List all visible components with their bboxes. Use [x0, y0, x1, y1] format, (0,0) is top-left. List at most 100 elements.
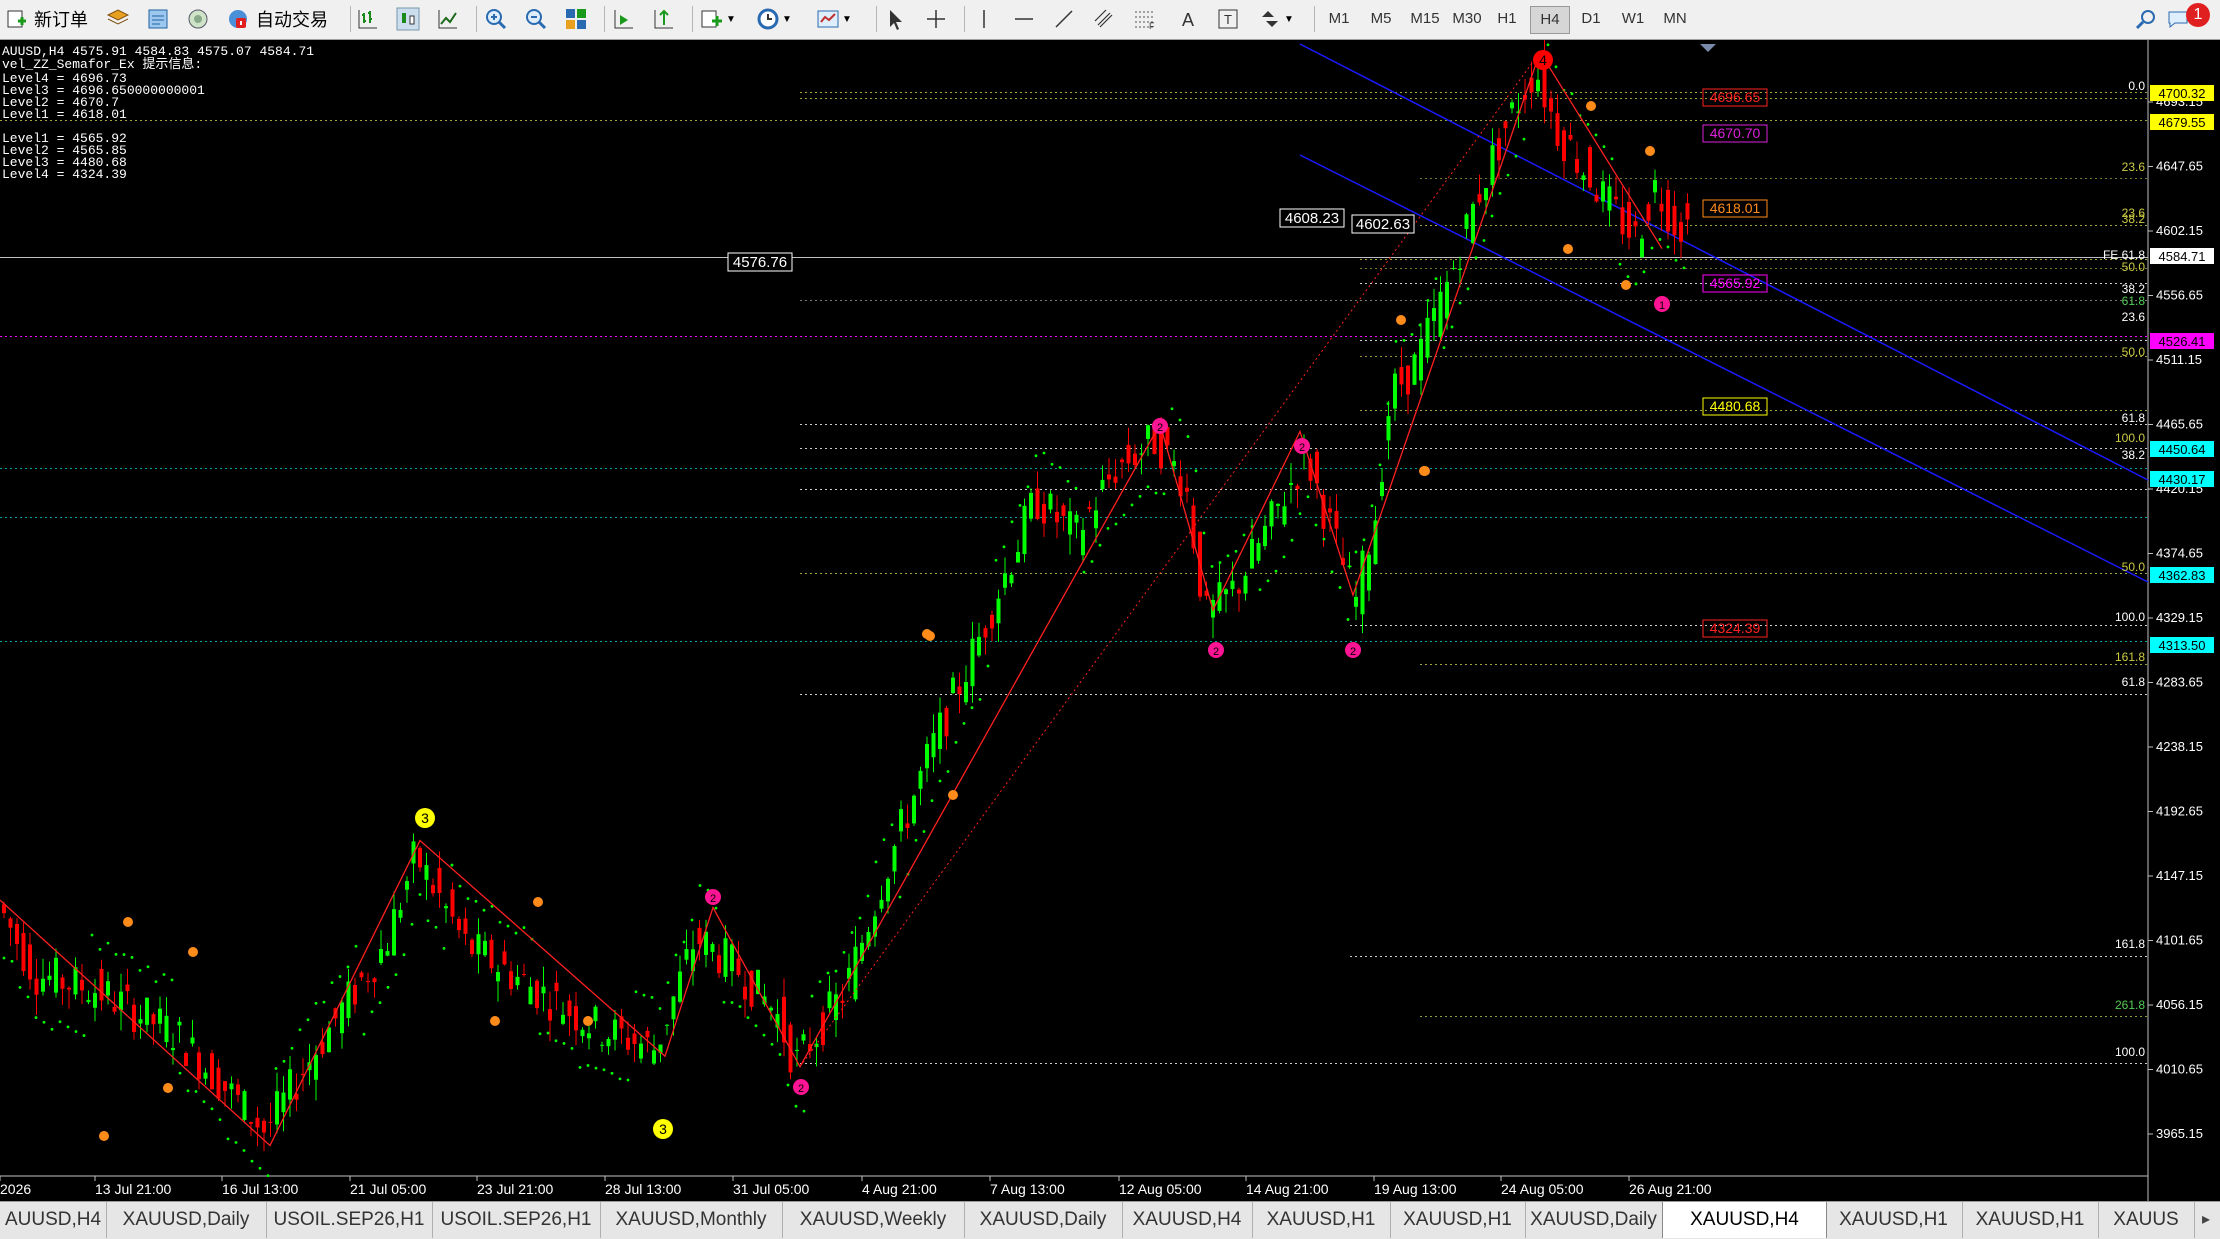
price-chart[interactable]: 4 3 3 2 2 2 2 2 2 1 0.0 23.6 23.6 38.2 FE 61.8 50.0 38.2…	[0, 40, 2220, 1201]
chart-shift-button[interactable]	[652, 4, 676, 34]
fibonacci-button[interactable]: F	[1132, 4, 1156, 34]
bear-candle	[645, 1030, 650, 1038]
equidistant-channel-button[interactable]	[1092, 4, 1116, 34]
y-tick-label: 4511.15	[2156, 352, 2202, 367]
psar-dot	[338, 975, 342, 978]
semafor-minor-marker	[1621, 280, 1631, 290]
text-tool-button[interactable]: A	[1176, 4, 1200, 34]
indicators-button[interactable]: ▼	[700, 4, 736, 34]
psar-dot	[562, 1042, 566, 1045]
auto-trading-button[interactable]: 自动交易	[226, 4, 328, 34]
chart-canvas[interactable]: 4332222 2210.023.623.638.2FE 61.850.038.2…	[0, 40, 2220, 1201]
bull-candle	[496, 972, 500, 982]
chart-tab[interactable]: XAUUSD,Daily	[1525, 1202, 1663, 1238]
trendline-button[interactable]	[1052, 4, 1076, 34]
cursor-tool-button[interactable]	[884, 4, 908, 34]
chart-tab[interactable]: USOIL.SEP26,H1	[432, 1202, 601, 1238]
price-tag-label: 4679.55	[2159, 115, 2206, 130]
line-chart-button[interactable]	[436, 4, 460, 34]
psar-dot	[522, 926, 526, 929]
psar-dot	[146, 965, 150, 969]
arrows-icon	[1262, 11, 1278, 27]
chart-tab[interactable]: XAUUSD,H1	[1252, 1202, 1391, 1238]
chart-tab[interactable]: XAUUS	[2098, 1202, 2195, 1238]
templates-button[interactable]: ▼	[816, 4, 852, 34]
psar-dot	[1474, 256, 1478, 260]
psar-dot	[426, 919, 430, 923]
zoom-out-icon	[526, 9, 547, 30]
zoom-in-button[interactable]	[484, 4, 508, 34]
fib-level-label: 23.6	[2122, 310, 2146, 324]
chart-tab[interactable]: XAUUSD,Daily	[106, 1202, 267, 1238]
chart-tab[interactable]: XAUUSD,H1	[1825, 1202, 1963, 1238]
bear-candle	[957, 686, 962, 695]
globe-icon	[188, 9, 208, 29]
timeframe-d1-button[interactable]: D1	[1572, 6, 1610, 32]
price-tag-label: 4450.64	[2159, 442, 2206, 457]
x-tick-label: 7 Aug 13:00	[990, 1181, 1065, 1197]
bull-candle	[1445, 282, 1449, 319]
arrows-button[interactable]: ▼	[1258, 4, 1294, 34]
psar-dot	[34, 1016, 38, 1019]
psar-dot	[218, 1118, 222, 1122]
timeframe-h1-button[interactable]: H1	[1488, 6, 1526, 32]
bear-candle	[1594, 194, 1599, 202]
timeframe-m5-button[interactable]: M5	[1362, 6, 1400, 32]
notification-badge[interactable]: 1	[2186, 3, 2210, 27]
psar-dot	[186, 1089, 190, 1093]
psar-dot	[674, 953, 678, 957]
horizontal-line-button[interactable]	[1012, 4, 1036, 34]
tabs-scroll-arrow-icon[interactable]: ▸	[2194, 1208, 2218, 1232]
psar-dot	[282, 1059, 286, 1063]
chart-tab[interactable]: XAUUSD,H4	[1122, 1202, 1253, 1238]
psar-dot	[874, 860, 878, 864]
bear-candle	[463, 918, 468, 934]
timeframe-w1-button[interactable]: W1	[1614, 6, 1652, 32]
new-order-button[interactable]: 新订单	[4, 4, 88, 34]
chart-tab[interactable]: XAUUSD,Daily	[964, 1202, 1123, 1238]
timeframe-m15-button[interactable]: M15	[1404, 6, 1446, 32]
periods-button[interactable]: ▼	[756, 4, 792, 34]
timeframe-m30-button[interactable]: M30	[1446, 6, 1488, 32]
psar-dot	[722, 1000, 726, 1004]
timeframe-m1-button[interactable]: M1	[1320, 6, 1358, 32]
navigator-button[interactable]	[186, 4, 210, 34]
chart-tab[interactable]: XAUUSD,Monthly	[600, 1202, 783, 1238]
text-label-button[interactable]: T	[1216, 4, 1240, 34]
semafor-minor-marker	[1586, 101, 1596, 111]
chart-tab[interactable]: XAUUSD,Weekly	[782, 1202, 965, 1238]
auto-scroll-button[interactable]	[612, 4, 636, 34]
y-tick-label: 4329.15	[2156, 610, 2203, 625]
search-button[interactable]	[2134, 4, 2158, 34]
psar-dot	[898, 895, 902, 899]
bull-candle	[938, 712, 942, 749]
chart-tab[interactable]: USOIL.SEP26,H1	[266, 1202, 433, 1238]
chart-tab[interactable]: AUUSD,H4	[0, 1202, 107, 1238]
bear-candle	[112, 1006, 117, 1012]
timeframe-h4-button[interactable]: H4	[1530, 6, 1570, 34]
semafor-minor-marker	[1563, 244, 1573, 254]
bull-candle	[671, 996, 676, 1020]
zoom-out-button[interactable]	[524, 4, 548, 34]
chart-tab[interactable]: XAUUSD,H1	[1962, 1202, 2099, 1238]
crosshair-button[interactable]	[924, 4, 948, 34]
candlestick-button[interactable]	[396, 4, 420, 34]
tile-windows-button[interactable]	[564, 4, 588, 34]
psar-dot	[778, 1053, 782, 1056]
bear-candle	[1549, 98, 1553, 112]
psar-dot	[1602, 145, 1606, 149]
chart-tab-active[interactable]: XAUUSD,H4	[1662, 1202, 1827, 1238]
bear-candle	[548, 1009, 552, 1021]
bull-candle	[912, 795, 916, 824]
psar-dot	[1226, 554, 1230, 558]
psar-dot	[1154, 491, 1158, 495]
timeframe-mn-button[interactable]: MN	[1656, 6, 1694, 32]
chart-tab[interactable]: XAUUSD,H1	[1390, 1202, 1526, 1238]
bull-candle	[801, 1034, 806, 1041]
chart-tabs-bar: AUUSD,H4 XAUUSD,Daily USOIL.SEP26,H1 USOIL.…	[0, 1201, 2220, 1239]
market-watch-button[interactable]	[146, 4, 170, 34]
bar-chart-button[interactable]	[356, 4, 380, 34]
vertical-line-button[interactable]	[972, 4, 996, 34]
psar-dot	[1322, 537, 1326, 541]
data-folder-button[interactable]	[106, 4, 130, 34]
